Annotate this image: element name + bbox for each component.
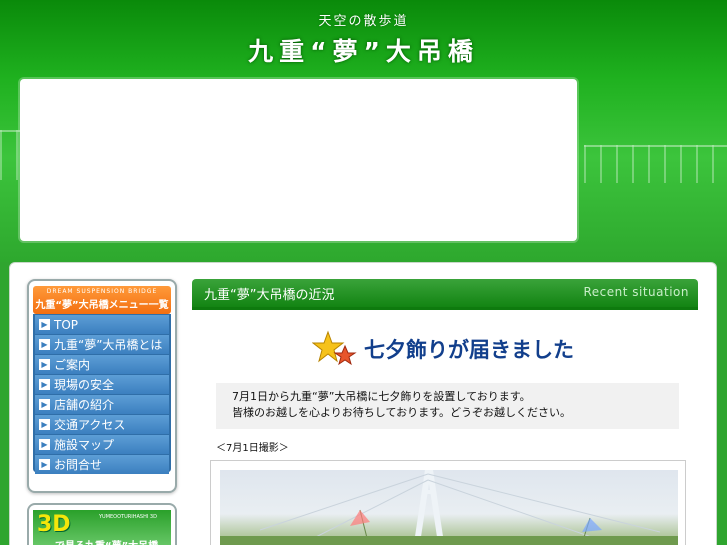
menu-item-top[interactable]: ▶ TOP [35,315,169,334]
menu-item-label: TOP [54,317,79,332]
banner-3d-small-text: YUMEOOTURIHASHI 3D [99,514,157,520]
menu-header-title: 九重“夢”大吊橋メニュー一覧 [35,300,169,311]
section-title: 九重“夢”大吊橋の近況 [204,288,335,303]
menu-item-label: 店舗の紹介 [54,398,115,412]
menu-item-about[interactable]: ▶ 九重“夢”大吊橋とは [35,335,169,354]
menu-item-label: 交通アクセス [54,418,126,432]
star-icon [312,330,357,366]
site-logo-title[interactable]: 九重“夢”大吊橋 [0,32,727,68]
banner-3d-view[interactable]: 3D YUMEOOTURIHASHI 3D で見る九重“夢”大吊橋 [27,503,177,545]
notice-line: 皆様のお越しを心よりお待ちしております。どうぞお越しください。 [232,406,572,419]
arrow-right-icon: ▶ [39,359,50,370]
menu-item-label: 現場の安全 [54,378,115,392]
bridge-photo-drawing [220,470,678,545]
bridge-photo [220,470,678,545]
section-title-bar: 九重“夢”大吊橋の近況 Recent situation [192,279,698,307]
sidebar-menu: DREAM SUSPENSION BRIDGE 九重“夢”大吊橋メニュー一覧 ▶… [27,279,177,493]
menu-item-label: 九重“夢”大吊橋とは [54,338,163,352]
menu-item-label: 施設マップ [54,438,115,452]
bridge-rail-decoration [0,130,20,180]
arrow-right-icon: ▶ [39,419,50,430]
menu-header-subtitle: DREAM SUSPENSION BRIDGE [46,288,158,295]
photo-frame [210,460,686,545]
menu-item-map[interactable]: ▶ 施設マップ [35,435,169,454]
section-divider [192,307,698,310]
banner-3d-caption: で見る九重“夢”大吊橋 [55,537,158,545]
notice-box: 7月1日から九重“夢”大吊橋に七夕飾りを設置しております。 皆様のお越しを心より… [216,383,679,429]
notice-line: 7月1日から九重“夢”大吊橋に七夕飾りを設置しております。 [232,390,531,403]
menu-item-label: お問合せ [54,458,103,472]
menu-item-access[interactable]: ▶ 交通アクセス [35,415,169,434]
arrow-right-icon: ▶ [39,399,50,410]
menu-item-shops[interactable]: ▶ 店舗の紹介 [35,395,169,414]
article-headline: 七夕飾りが届きました [364,338,574,362]
section-title-en: Recent situation [583,285,689,299]
menu-header: DREAM SUSPENSION BRIDGE 九重“夢”大吊橋メニュー一覧 [33,286,171,314]
arrow-right-icon: ▶ [39,439,50,450]
menu-item-guide[interactable]: ▶ ご案内 [35,355,169,374]
site-tagline: 天空の散歩道 [318,14,409,29]
menu-list: ▶ TOP ▶ 九重“夢”大吊橋とは ▶ ご案内 ▶ 現場の安全 ▶ 店舗の紹介… [33,314,171,474]
arrow-right-icon: ▶ [39,379,50,390]
bridge-rail-decoration [584,145,727,183]
photo-date-label: ＜7月1日撮影＞ [216,443,289,454]
site-header: 天空の散歩道 九重“夢”大吊橋 [0,0,727,262]
arrow-right-icon: ▶ [39,319,50,330]
hero-flash-area [20,79,577,241]
menu-item-safety[interactable]: ▶ 現場の安全 [35,375,169,394]
arrow-right-icon: ▶ [39,459,50,470]
arrow-right-icon: ▶ [39,339,50,350]
banner-3d-image: 3D YUMEOOTURIHASHI 3D で見る九重“夢”大吊橋 [33,510,171,545]
menu-item-label: ご案内 [54,358,91,372]
menu-item-contact[interactable]: ▶ お問合せ [35,455,169,474]
banner-3d-big-text: 3D [37,512,71,537]
